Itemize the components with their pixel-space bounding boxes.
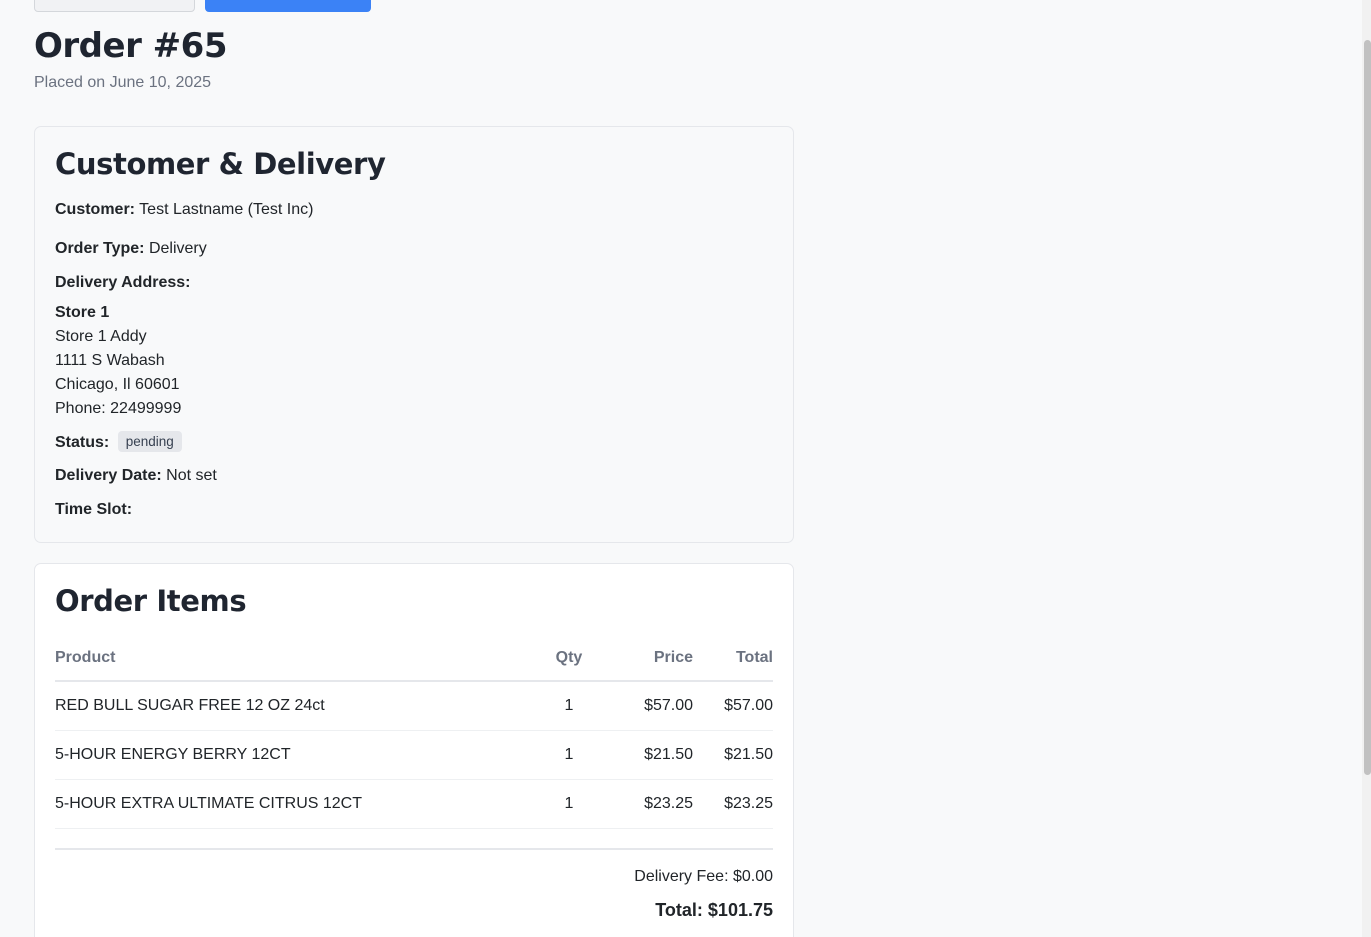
column-header-qty: Qty (535, 636, 603, 682)
address-line-1: Store 1 Addy (55, 328, 147, 345)
product-cell: 5-HOUR EXTRA ULTIMATE CITRUS 12CT (55, 779, 535, 829)
total-cell: $23.25 (693, 779, 773, 829)
delivery-fee: Delivery Fee: $0.00 (634, 868, 773, 885)
customer-label: Customer: (55, 201, 136, 218)
total-cell: $21.50 (693, 730, 773, 780)
price-cell: $57.00 (603, 681, 693, 731)
table-header-row: Product Qty Price Total (55, 636, 773, 682)
customer-delivery-card: Customer & Delivery Customer: Test Lastn… (34, 126, 794, 543)
delivery-date-value: Not set (166, 467, 217, 484)
table-row: 5-HOUR EXTRA ULTIMATE CITRUS 12CT 1 $23.… (55, 779, 773, 829)
items-card-title: Order Items (55, 584, 247, 618)
order-detail-page: Order #65 Placed on June 10, 2025 Custom… (0, 0, 1371, 937)
order-items-card: Order Items Product Qty Price Total RED … (34, 563, 794, 937)
top-action-bar (34, 0, 371, 12)
delivery-date-line: Delivery Date: Not set (55, 467, 217, 485)
time-slot-label: Time Slot: (55, 501, 133, 518)
status-badge: pending (117, 431, 182, 452)
order-date: Placed on June 10, 2025 (34, 74, 212, 91)
back-button[interactable] (34, 0, 195, 12)
customer-line: Customer: Test Lastname (Test Inc) (55, 201, 313, 219)
status-label: Status: (55, 434, 110, 451)
address-city: Chicago, Il 60601 (55, 376, 180, 393)
primary-action-button[interactable] (205, 0, 371, 12)
scrollbar-thumb[interactable] (1364, 40, 1371, 775)
table-row: RED BULL SUGAR FREE 12 OZ 24ct 1 $57.00 … (55, 681, 773, 731)
qty-cell: 1 (535, 779, 603, 829)
time-slot-line: Time Slot: (55, 501, 132, 519)
table-row: 5-HOUR ENERGY BERRY 12CT 1 $21.50 $21.50 (55, 730, 773, 780)
column-header-price: Price (603, 636, 693, 682)
customer-card-title: Customer & Delivery (55, 147, 386, 181)
price-cell: $23.25 (603, 779, 693, 829)
summary-divider (55, 848, 773, 850)
column-header-total: Total (693, 636, 773, 682)
address-store-name: Store 1 (55, 304, 110, 321)
order-type-label: Order Type: (55, 240, 145, 257)
address-line-2: 1111 S Wabash (55, 352, 165, 369)
order-type-value: Delivery (148, 240, 207, 257)
customer-value: Test Lastname (Test Inc) (139, 201, 314, 218)
status-line: Status: pending (55, 431, 182, 452)
column-header-product: Product (55, 636, 535, 682)
address-phone: Phone: 22499999 (55, 400, 182, 417)
product-cell: RED BULL SUGAR FREE 12 OZ 24ct (55, 681, 535, 731)
delivery-address: Store 1 Store 1 Addy 1111 S Wabash Chica… (55, 301, 181, 421)
page-title: Order #65 (34, 26, 227, 66)
order-total: Total: $101.75 (655, 900, 773, 920)
delivery-address-label: Delivery Address: (55, 274, 191, 291)
price-cell: $21.50 (603, 730, 693, 780)
qty-cell: 1 (535, 681, 603, 731)
qty-cell: 1 (535, 730, 603, 780)
delivery-date-label: Delivery Date: (55, 467, 162, 484)
product-cell: 5-HOUR ENERGY BERRY 12CT (55, 730, 535, 780)
order-items-table: Product Qty Price Total RED BULL SUGAR F… (55, 636, 773, 829)
order-type-line: Order Type: Delivery (55, 240, 207, 258)
total-cell: $57.00 (693, 681, 773, 731)
